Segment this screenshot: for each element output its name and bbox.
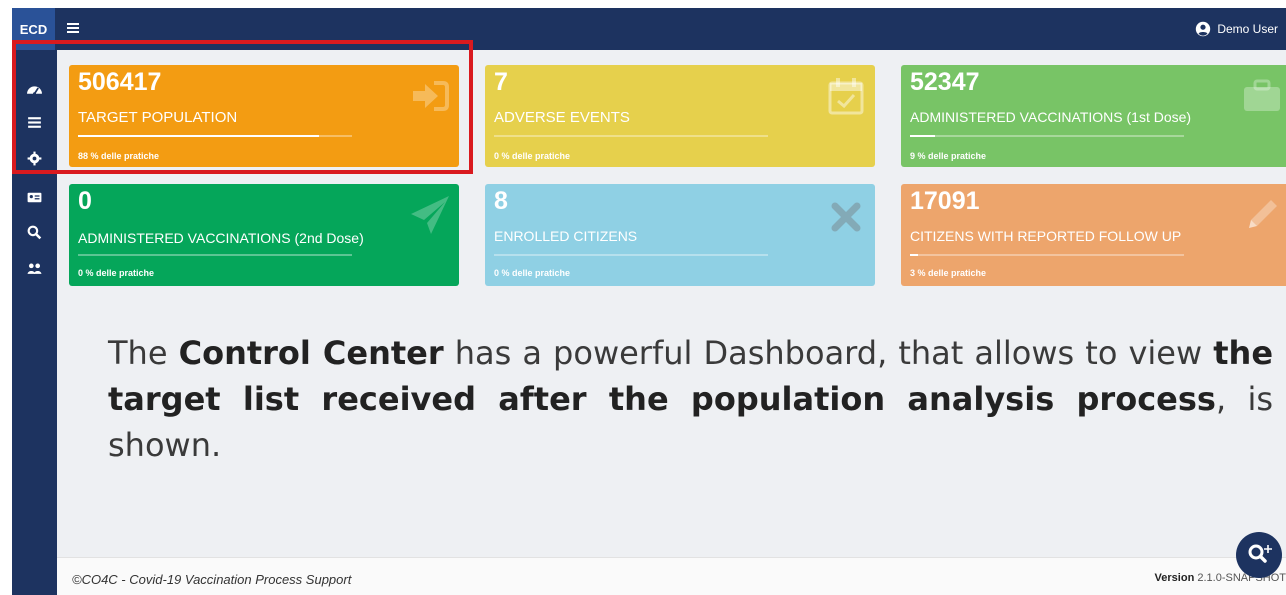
card-subtitle: 3 % delle pratiche: [910, 268, 987, 278]
main-content: 506417 TARGET POPULATION 88 % delle prat…: [57, 50, 1286, 595]
card-progress-bar: [78, 135, 352, 137]
card-value: 506417: [78, 68, 162, 96]
card-target-population[interactable]: 506417 TARGET POPULATION 88 % delle prat…: [69, 65, 459, 167]
card-label: CITIZENS WITH REPORTED FOLLOW UP: [910, 228, 1182, 244]
card-subtitle: 9 % delle pratiche: [910, 151, 987, 161]
sign-in-icon: [413, 81, 449, 111]
card-label: ADVERSE EVENTS: [494, 109, 630, 126]
zoom-plus-icon: [1248, 544, 1272, 563]
card-progress-fill: [910, 254, 919, 256]
version-label: Version: [1154, 572, 1195, 584]
card-reported-follow-up[interactable]: 17091 CITIZENS WITH REPORTED FOLLOW UP 3…: [901, 184, 1286, 286]
card-label: TARGET POPULATION: [78, 109, 238, 126]
caption-bold-control-center: Control Center: [178, 334, 444, 372]
pencil-icon: [1249, 200, 1277, 228]
version-number: 2.1.0-SNAPSHOT: [1197, 572, 1286, 584]
card-value: 17091: [910, 187, 980, 215]
id-card-icon[interactable]: [26, 189, 43, 206]
card-progress-bar: [910, 254, 1184, 256]
zoom-search-button[interactable]: [1236, 532, 1282, 578]
card-label: ADMINISTERED VACCINATIONS (2nd Dose): [78, 230, 364, 246]
card-subtitle: 0 % delle pratiche: [494, 268, 571, 278]
card-enrolled-citizens[interactable]: 8 ENROLLED CITIZENS 0 % delle pratiche: [485, 184, 875, 286]
card-subtitle: 0 % delle pratiche: [78, 268, 155, 278]
card-label: ADMINISTERED VACCINATIONS (1st Dose): [910, 109, 1192, 125]
search-icon[interactable]: [26, 224, 43, 241]
user-circle-icon: [1196, 21, 1211, 37]
card-value: 8: [494, 187, 508, 215]
paper-plane-icon: [411, 196, 449, 234]
slide-caption: The Control Center has a powerful Dashbo…: [108, 330, 1273, 468]
card-label: ENROLLED CITIZENS: [494, 228, 638, 244]
card-administered-1st-dose[interactable]: 52347 ADMINISTERED VACCINATIONS (1st Dos…: [901, 65, 1286, 167]
card-adverse-events[interactable]: 7 ADVERSE EVENTS 0 % delle pratiche: [485, 65, 875, 167]
card-subtitle: 88 % delle pratiche: [78, 151, 160, 161]
card-value: 52347: [910, 68, 980, 96]
times-icon: [831, 202, 861, 232]
footer: ©CO4C - Covid-19 Vaccination Process Sup…: [57, 557, 1286, 595]
gear-icon[interactable]: [26, 150, 43, 167]
caption-text: The: [108, 334, 179, 372]
card-progress-bar: [494, 135, 768, 137]
menu-toggle-icon[interactable]: [67, 23, 79, 33]
briefcase-icon: [1244, 79, 1280, 111]
card-value: 7: [494, 68, 508, 96]
user-name: Demo User: [1217, 22, 1278, 36]
card-progress-bar: [494, 254, 768, 256]
card-subtitle: 0 % delle pratiche: [494, 151, 571, 161]
card-progress-fill: [910, 135, 935, 137]
users-icon[interactable]: [26, 260, 43, 277]
card-administered-2nd-dose[interactable]: 0 ADMINISTERED VACCINATIONS (2nd Dose) 0…: [69, 184, 459, 286]
card-value: 0: [78, 187, 92, 215]
list-icon[interactable]: [26, 114, 43, 131]
dashboard-icon[interactable]: [26, 81, 43, 98]
calendar-check-icon: [828, 78, 864, 115]
brand-logo[interactable]: ECD: [12, 8, 55, 50]
card-progress-bar: [78, 254, 352, 256]
sidebar: [12, 50, 57, 595]
top-navbar: ECD Demo User: [12, 8, 1286, 50]
footer-copyright: ©CO4C - Covid-19 Vaccination Process Sup…: [72, 572, 352, 587]
user-menu[interactable]: Demo User: [1195, 8, 1278, 50]
card-progress-bar: [910, 135, 1184, 137]
card-progress-fill: [78, 135, 320, 137]
caption-text: has a powerful Dashboard, that allows to…: [443, 334, 1214, 372]
